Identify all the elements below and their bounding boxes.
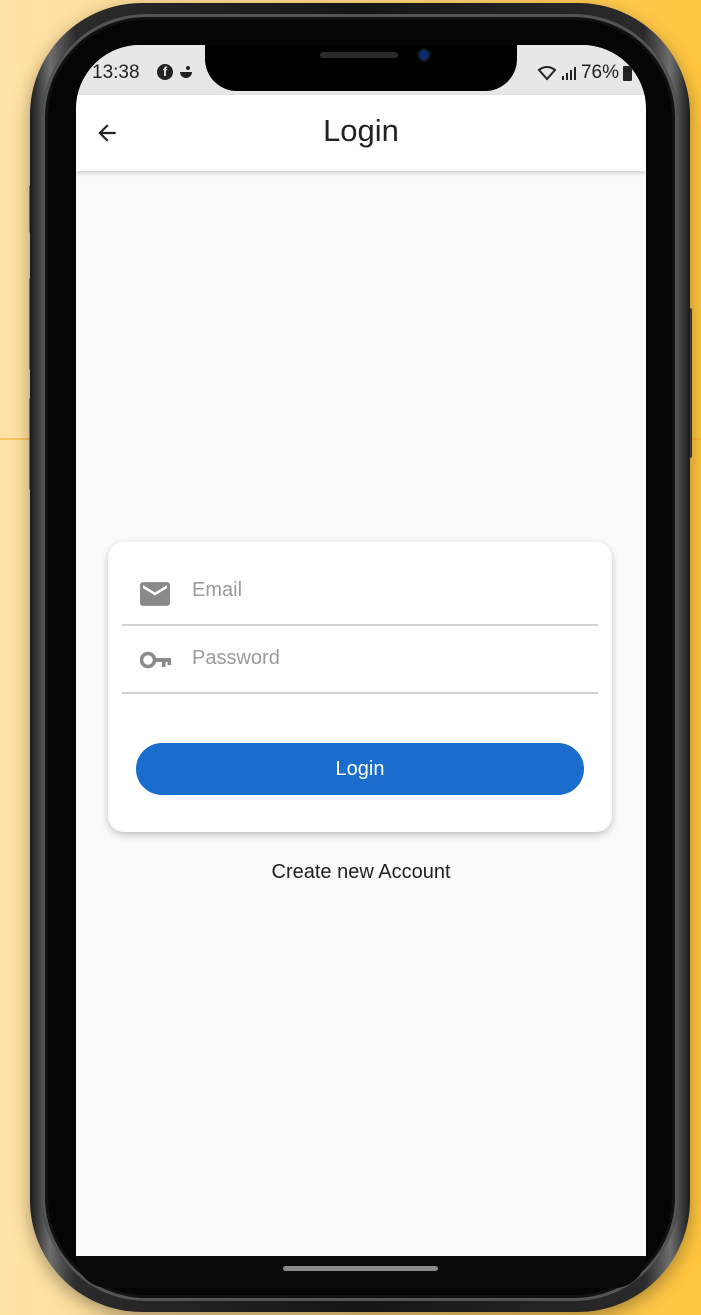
earpiece-speaker — [320, 52, 398, 58]
page-title: Login — [323, 113, 399, 148]
email-field — [122, 556, 598, 626]
front-camera — [419, 50, 429, 60]
notification-icon — [180, 66, 192, 78]
login-card: Login — [108, 542, 612, 832]
wifi-icon — [537, 66, 557, 81]
status-right: 76% — [537, 62, 632, 84]
battery-icon — [623, 65, 632, 81]
facebook-icon: f — [157, 64, 173, 80]
status-bar: 13:38 f 76% — [76, 45, 646, 95]
email-input[interactable] — [190, 570, 584, 610]
signal-icon — [561, 67, 576, 80]
login-button[interactable]: Login — [136, 743, 584, 795]
key-icon — [140, 651, 171, 669]
home-indicator[interactable] — [283, 1266, 438, 1271]
status-time: 13:38 — [92, 62, 140, 83]
battery-percent: 76% — [580, 62, 619, 83]
mail-icon — [140, 582, 170, 606]
app-bar: Login — [76, 95, 646, 171]
create-account-link[interactable]: Create new Account — [76, 861, 646, 884]
password-input[interactable] — [190, 638, 584, 678]
camera-notch — [205, 45, 517, 91]
navigation-bar — [76, 1256, 646, 1288]
password-field — [122, 624, 598, 694]
phone-screen: 13:38 f 76% Login Email Login Create new… — [76, 45, 646, 1257]
